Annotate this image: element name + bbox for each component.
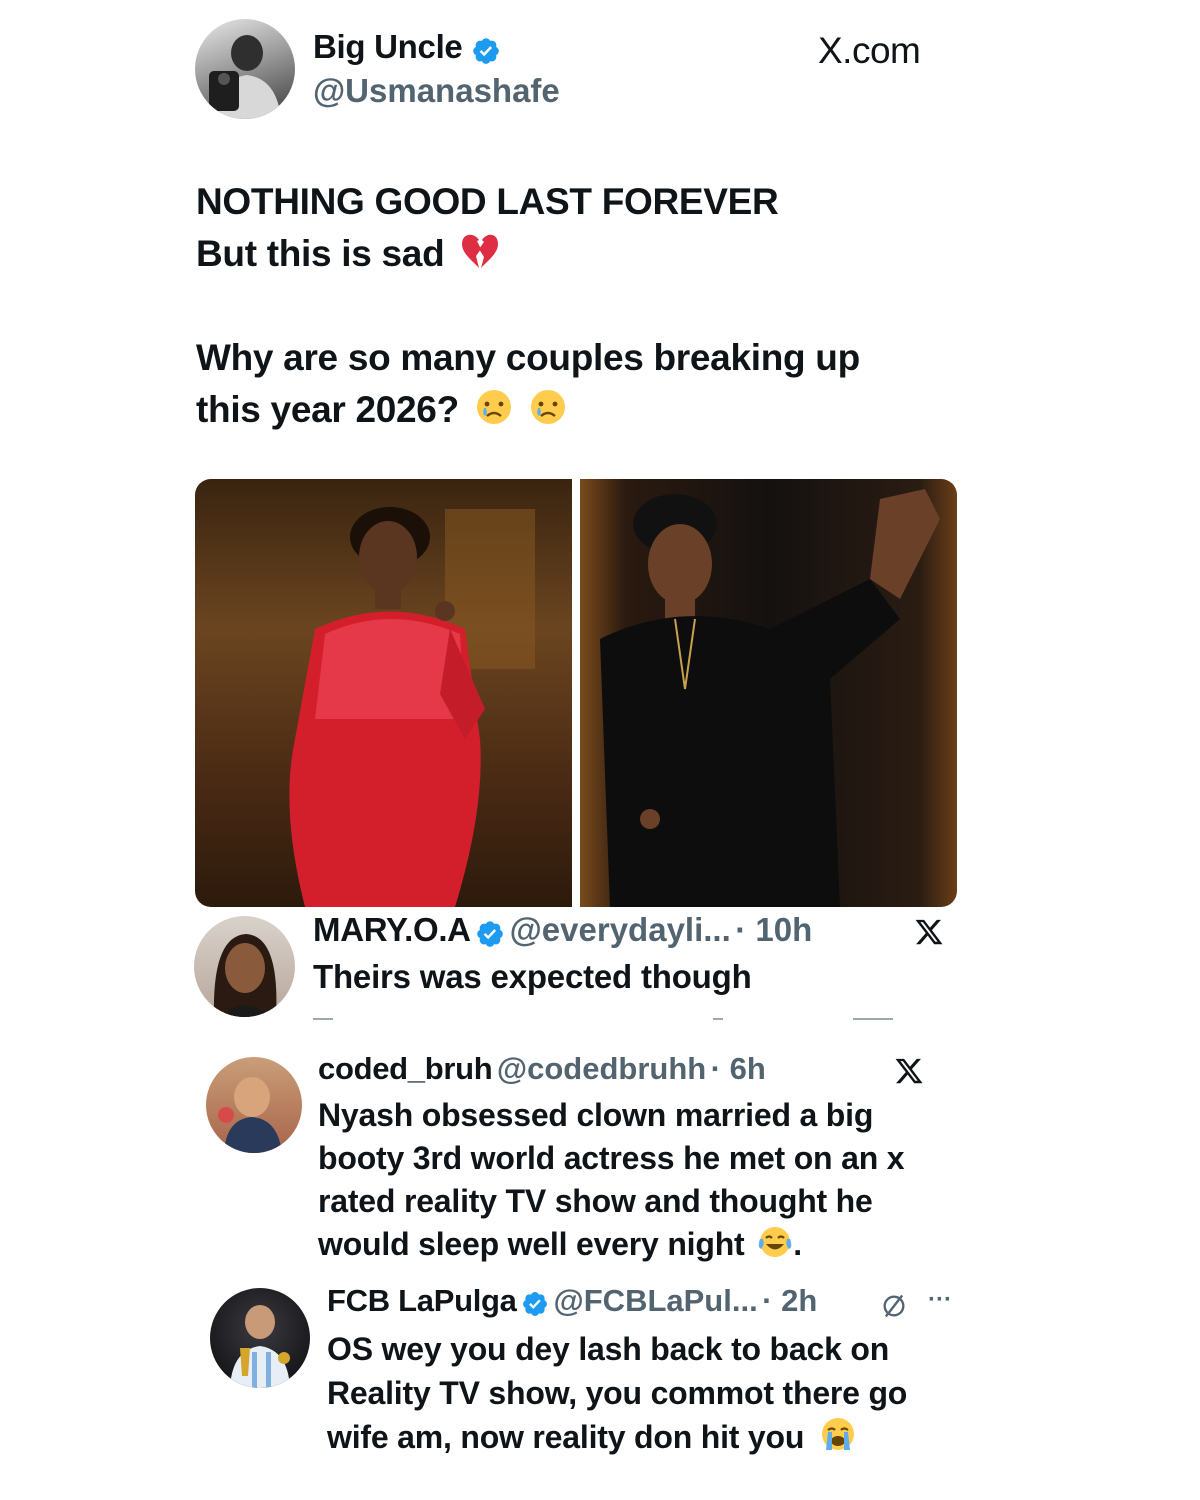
reply-author-name[interactable]: coded_bruh <box>318 1051 493 1086</box>
woman-red-gown-photo[interactable] <box>195 479 572 907</box>
reply-text: OS wey you dey lash back to back on Real… <box>327 1327 967 1459</box>
reply-text-line: wife am, now reality don hit you <box>327 1415 967 1459</box>
reply-author-handle[interactable]: @everydayli... <box>510 911 731 948</box>
reply-author-name[interactable]: FCB LaPulga <box>327 1283 517 1318</box>
reply-text-span: . <box>793 1226 802 1262</box>
reply-timestamp[interactable]: · 6h <box>711 1051 766 1086</box>
reply-text-line: booty 3rd world actress he met on an x <box>318 1140 905 1176</box>
reply-divider <box>313 1018 933 1020</box>
verified-badge-icon <box>477 920 503 947</box>
reply-text-span: wife am, now reality don hit you <box>327 1419 805 1455</box>
post-line-2-text: But this is sad <box>196 233 445 274</box>
tears-of-joy-icon <box>758 1227 792 1257</box>
reply-author-handle[interactable]: @codedbruhh <box>497 1051 706 1086</box>
reply-text-line: Reality TV show, you commot there go <box>327 1375 908 1411</box>
reply-timestamp[interactable]: · 2h <box>762 1283 817 1318</box>
author-handle[interactable]: @Usmanashafe <box>313 72 560 110</box>
reply-text-line: OS wey you dey lash back to back on <box>327 1331 890 1367</box>
post-line-4: this year 2026? <box>196 384 996 436</box>
reply-author-name[interactable]: MARY.O.A <box>313 911 471 948</box>
verified-badge-icon <box>523 1291 548 1316</box>
grok-icon[interactable] <box>880 1292 908 1320</box>
source-label: X.com <box>818 30 921 71</box>
reply-text-line: would sleep well every night . <box>318 1223 958 1266</box>
post-line-4-text: this year 2026? <box>196 389 459 430</box>
x-logo-icon[interactable] <box>913 917 945 947</box>
post-line-1: NOTHING GOOD LAST FOREVER <box>196 181 779 222</box>
reply-avatar[interactable] <box>206 1057 302 1153</box>
crying-face-icon <box>476 390 511 424</box>
reply-text: Nyash obsessed clown married a big booty… <box>318 1094 958 1266</box>
reply-author-handle[interactable]: @FCBLaPul... <box>554 1283 758 1318</box>
broken-heart-icon <box>462 234 499 268</box>
post-body: NOTHING GOOD LAST FOREVER But this is sa… <box>196 176 996 436</box>
loudly-crying-face-icon <box>821 1418 854 1450</box>
more-options-button[interactable]: ··· <box>928 1286 952 1314</box>
author-name[interactable]: Big Uncle <box>313 28 463 65</box>
post-line-2: But this is sad <box>196 228 996 280</box>
reply-text-line: Nyash obsessed clown married a big <box>318 1097 874 1133</box>
post-line-3: Why are so many couples breaking up <box>196 337 860 378</box>
reply-text-line: rated reality TV show and thought he <box>318 1183 873 1219</box>
reply-avatar[interactable] <box>210 1288 310 1388</box>
reply-text-span: would sleep well every night <box>318 1226 745 1262</box>
verified-badge-icon <box>473 37 499 64</box>
media-grid[interactable] <box>195 479 957 907</box>
x-logo-icon[interactable] <box>893 1056 925 1086</box>
reply-text: Theirs was expected though <box>313 958 752 995</box>
author-avatar[interactable] <box>195 19 295 119</box>
reply-timestamp[interactable]: · 10h <box>735 911 812 948</box>
reply-avatar[interactable] <box>194 916 295 1017</box>
man-black-agbada-photo[interactable] <box>580 479 957 907</box>
crying-face-icon <box>530 390 565 424</box>
